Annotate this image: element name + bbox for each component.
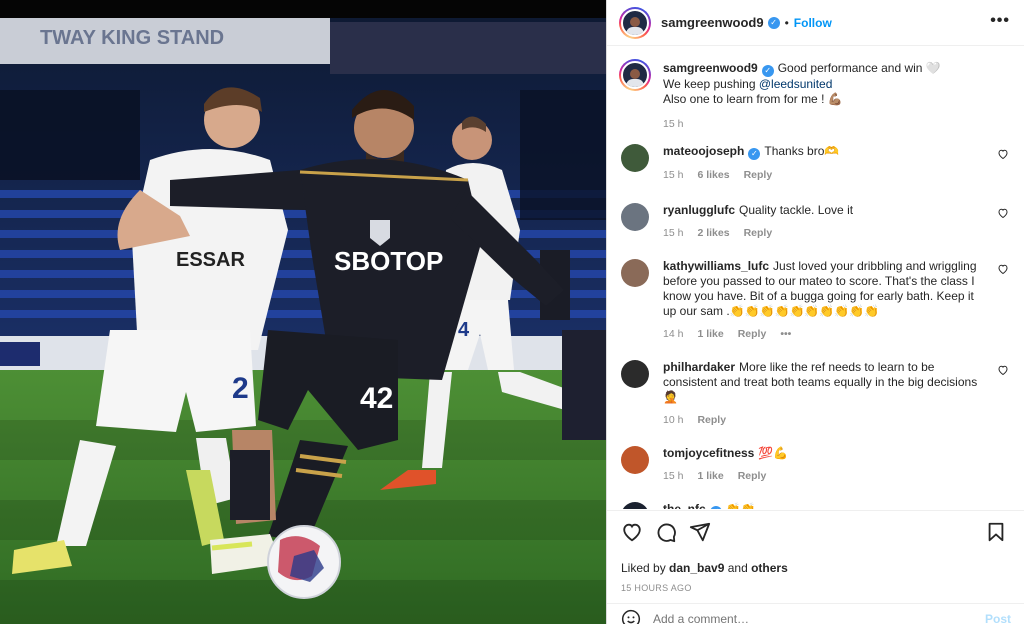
comment-avatar[interactable] [621, 259, 649, 287]
reply-button[interactable]: Reply [744, 226, 773, 241]
caption-line2: We keep pushing [663, 77, 759, 91]
comment-meta: 15 h 6 likes Reply [663, 168, 981, 183]
leeds-number: 42 [360, 382, 393, 415]
comment-item: the_nfc✓👏👏 [619, 502, 1011, 509]
like-comment-heart-icon[interactable] [997, 263, 1009, 275]
comment-likes[interactable]: 2 likes [697, 226, 729, 241]
comment-bubble-icon[interactable] [655, 521, 677, 543]
caption-text: Good performance and win 🤍 [777, 61, 941, 75]
opponent-sponsor: ESSAR [176, 249, 245, 271]
post-actions: Liked by dan_bav9 and others 15 HOURS AG… [607, 510, 1024, 624]
add-comment-bar: Post [607, 603, 1024, 624]
post-sidebar: samgreenwood9 ✓ • Follow ••• samgreenwoo… [606, 0, 1024, 624]
caption-username[interactable]: samgreenwood9 [663, 61, 758, 75]
header-separator: • [784, 15, 789, 30]
like-comment-heart-icon[interactable] [997, 207, 1009, 219]
comment-likes[interactable]: 6 likes [697, 168, 729, 183]
comment-item: philhardaker More like the ref needs to l… [619, 360, 1011, 428]
comments-list[interactable]: samgreenwood9 ✓ Good performance and win 🤍… [607, 47, 1024, 509]
stand-sign-text: TWAY KING STAND [40, 27, 224, 49]
caption-meta: 15 h [663, 117, 981, 132]
comment-avatar[interactable] [621, 203, 649, 231]
emoji-smiley-icon[interactable] [621, 609, 641, 624]
liked-by-others-link[interactable]: others [751, 561, 788, 575]
comment-avatar[interactable] [621, 502, 649, 509]
verified-badge-icon: ✓ [748, 148, 761, 160]
comment-username[interactable]: ryanlugglufc [663, 203, 735, 217]
like-heart-icon[interactable] [621, 521, 643, 543]
comment-item: ryanlugglufc Quality tackle. Love it 15 h… [619, 203, 1011, 241]
comment-meta: 14 h 1 like Reply ••• [663, 327, 981, 342]
comment-avatar[interactable] [621, 360, 649, 388]
post-comment-button[interactable]: Post [985, 612, 1011, 624]
comment-meta: 10 h Reply [663, 413, 981, 428]
liked-by-user-link[interactable]: dan_bav9 [669, 561, 724, 575]
opponent-number: 2 [232, 372, 249, 405]
verified-badge-icon: ✓ [761, 65, 774, 77]
bg-player-number: 4 [458, 319, 470, 341]
comment-text: Quality tackle. Love it [739, 203, 854, 217]
comment-time: 15 h [663, 227, 684, 239]
comment-time: 15 h [663, 470, 684, 482]
author-username[interactable]: samgreenwood9 [661, 15, 764, 30]
reply-button[interactable]: Reply [697, 413, 726, 428]
reply-button[interactable]: Reply [738, 327, 767, 342]
comment-username[interactable]: kathywilliams_lufc [663, 259, 769, 273]
caption: samgreenwood9 ✓ Good performance and win 🤍… [619, 59, 1011, 132]
reply-button[interactable]: Reply [738, 469, 767, 484]
follow-button[interactable]: Follow [794, 16, 832, 30]
comment-username[interactable]: the_nfc [663, 502, 706, 509]
comment-text: Thanks bro🫶 [764, 144, 840, 158]
posted-time[interactable]: 15 HOURS AGO [621, 583, 1011, 593]
comment-avatar[interactable] [621, 144, 649, 172]
more-options-icon[interactable]: ••• [990, 12, 1010, 30]
comment-likes[interactable]: 1 like [697, 469, 723, 484]
comment-username[interactable]: tomjoycefitness [663, 446, 754, 460]
comment-item: tomjoycefitness 💯💪 15 h 1 like Reply [619, 446, 1011, 484]
save-bookmark-icon[interactable] [985, 521, 1007, 543]
comment-username[interactable]: mateoojoseph [663, 144, 744, 158]
leeds-sponsor: SBOTOP [334, 246, 443, 276]
caption-line3: Also one to learn from for me ! 💪🏽 [663, 92, 843, 106]
action-icons [621, 521, 1011, 543]
reply-button[interactable]: Reply [744, 168, 773, 183]
post-photo[interactable]: TWAY KING STAND 4 ESSAR 2 SBOTOP 42 [0, 0, 606, 624]
comment-likes[interactable]: 1 like [697, 327, 723, 342]
comment-username[interactable]: philhardaker [663, 360, 735, 374]
verified-badge-icon: ✓ [709, 506, 722, 509]
comment-time: 15 h [663, 169, 684, 181]
caption-author-avatar[interactable] [619, 59, 651, 91]
liked-by-summary: Liked by dan_bav9 and others [621, 561, 1011, 575]
liked-by-prefix: Liked by [621, 561, 670, 575]
comment-meta: 15 h 2 likes Reply [663, 226, 981, 241]
football-match-photo: TWAY KING STAND 4 ESSAR 2 SBOTOP 42 [0, 0, 606, 624]
comment-meta: 15 h 1 like Reply [663, 469, 981, 484]
comment-text: 👏👏 [725, 502, 756, 509]
comment-time: 14 h [663, 328, 684, 340]
add-comment-input[interactable] [653, 611, 985, 624]
football [267, 525, 341, 599]
liked-by-and: and [724, 561, 752, 575]
like-comment-heart-icon[interactable] [997, 148, 1009, 160]
post-header: samgreenwood9 ✓ • Follow ••• [607, 0, 1024, 46]
comment-time: 10 h [663, 414, 684, 426]
comment-avatar[interactable] [621, 446, 649, 474]
like-comment-heart-icon[interactable] [997, 364, 1009, 376]
comment-options-icon[interactable]: ••• [780, 327, 791, 342]
caption-mention-link[interactable]: @leedsunited [759, 77, 833, 91]
comment-item: kathywilliams_lufc Just loved your dribbl… [619, 259, 1011, 342]
comment-item: mateoojoseph ✓ Thanks bro🫶 15 h 6 likes Re… [619, 144, 1011, 183]
share-send-icon[interactable] [689, 521, 711, 543]
verified-badge-icon: ✓ [767, 16, 780, 29]
comment-text: 💯💪 [758, 446, 789, 460]
caption-time: 15 h [663, 118, 684, 130]
author-avatar[interactable] [619, 6, 651, 39]
